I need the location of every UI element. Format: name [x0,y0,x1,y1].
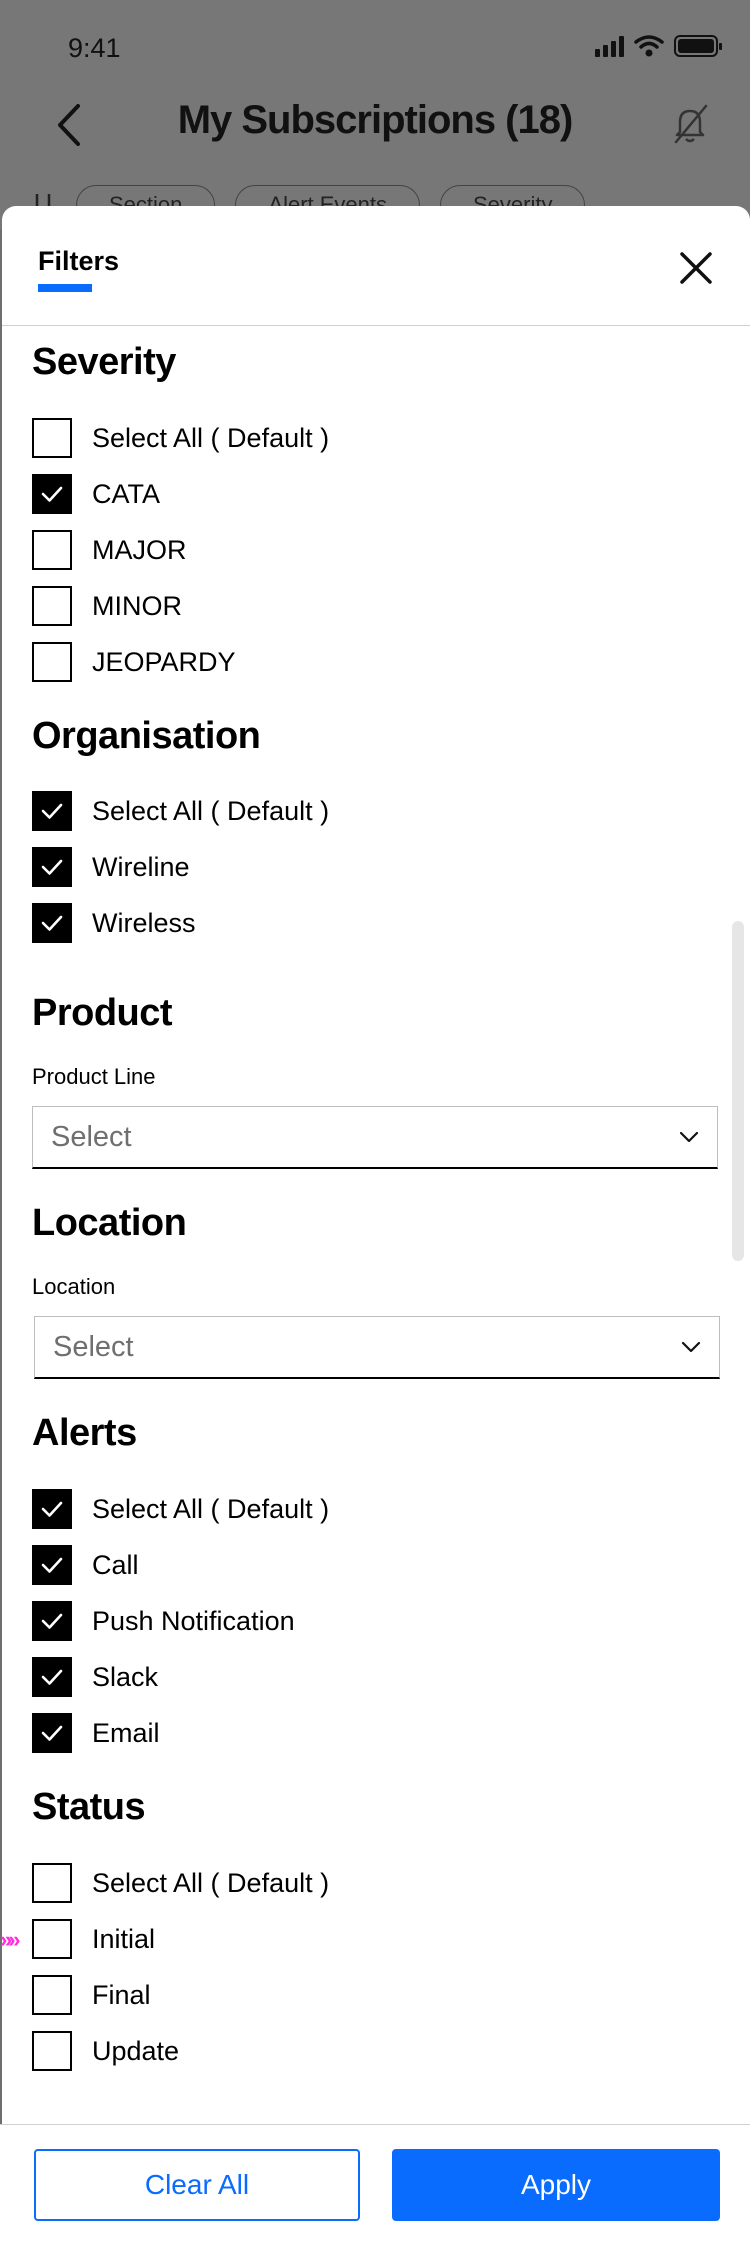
checkbox-label: CATA [92,478,161,509]
checkmark-icon [41,803,63,819]
checkmark-icon [41,1613,63,1629]
checkbox-alerts-select-all[interactable]: Select All ( Default ) [32,1489,329,1529]
checkbox-label: Select All ( Default ) [92,422,330,453]
scrollbar[interactable] [732,921,744,1261]
section-title-location: Location [32,1202,187,1244]
wifi-icon [634,35,664,57]
checkbox-organisation-wireless[interactable]: Wireless [32,903,196,943]
sheet-footer: Clear All Apply [0,2124,750,2244]
checkbox-box[interactable] [32,1919,72,1959]
checkbox-label: Wireless [92,907,196,938]
battery-icon [674,35,722,57]
checkbox-box[interactable] [32,1545,72,1585]
checkbox-status-select-all[interactable]: Select All ( Default ) [32,1863,329,1903]
pointer-marker: »» [0,1927,21,1952]
checkbox-box[interactable] [32,1713,72,1753]
checkbox-label: MAJOR [92,534,187,565]
signal-icon [595,35,624,57]
checkbox-box[interactable] [32,2031,72,2071]
checkbox-label: Email [92,1717,160,1748]
checkbox-label: Initial [92,1923,156,1954]
checkbox-severity-jeopardy[interactable]: JEOPARDY [32,642,236,682]
checkbox-label: Wireline [92,851,190,882]
checkbox-label: Select All ( Default ) [92,1493,330,1524]
select-placeholder: Select [51,1120,132,1153]
sheet-header: Filters [2,206,750,326]
chevron-down-icon [679,1131,699,1143]
close-icon[interactable] [676,248,716,288]
background-screen: 9:41 My Subscriptions (18) Section Alert… [0,0,750,230]
checkbox-box[interactable] [32,642,72,682]
filters-sheet: Filters Severity Select All ( Default ) … [2,206,750,2244]
tab-active-indicator [38,284,92,292]
checkbox-label: Update [92,2035,180,2066]
select-placeholder: Select [53,1330,134,1363]
clear-all-button[interactable]: Clear All [34,2149,360,2221]
checkmark-icon [41,1557,63,1573]
checkbox-alerts-call[interactable]: Call [32,1545,139,1585]
checkmark-icon [41,1501,63,1517]
checkbox-label: MINOR [92,590,182,621]
checkbox-alerts-slack[interactable]: Slack [32,1657,158,1697]
checkbox-organisation-wireline[interactable]: Wireline [32,847,190,887]
checkbox-box[interactable] [32,1489,72,1529]
tab-filters[interactable]: Filters [38,246,119,277]
section-title-product: Product [32,992,173,1034]
checkbox-box[interactable] [32,1601,72,1641]
checkmark-icon [41,859,63,875]
status-icons [595,34,722,58]
checkbox-label: Slack [92,1661,159,1692]
checkbox-box[interactable] [32,1975,72,2015]
checkbox-label: Final [92,1979,151,2010]
checkbox-organisation-select-all[interactable]: Select All ( Default ) [32,791,329,831]
nav-bar: My Subscriptions (18) [0,90,750,160]
checkbox-severity-select-all[interactable]: Select All ( Default ) [32,418,329,458]
section-title-status: Status [32,1786,146,1828]
checkbox-alerts-push-notification[interactable]: Push Notification [32,1601,295,1641]
checkmark-icon [41,1725,63,1741]
checkbox-box[interactable] [32,418,72,458]
checkbox-alerts-email[interactable]: Email [32,1713,160,1753]
checkbox-status-initial[interactable]: Initial [32,1919,155,1959]
checkbox-status-final[interactable]: Final [32,1975,151,2015]
checkbox-label: Push Notification [92,1605,295,1636]
checkbox-box[interactable] [32,791,72,831]
checkbox-label: Call [92,1549,139,1580]
location-label: Location [32,1274,116,1299]
product-line-label: Product Line [32,1064,156,1089]
checkbox-severity-minor[interactable]: MINOR [32,586,182,626]
checkbox-label: JEOPARDY [92,646,236,677]
section-title-alerts: Alerts [32,1412,137,1454]
status-bar: 9:41 [0,0,750,100]
checkmark-icon [41,486,63,502]
page-title: My Subscriptions (18) [177,98,574,142]
checkbox-box[interactable] [32,903,72,943]
checkbox-severity-cata[interactable]: CATA [32,474,160,514]
checkbox-severity-major[interactable]: MAJOR [32,530,187,570]
status-time: 9:41 [68,33,121,63]
section-title-severity: Severity [32,341,176,383]
checkmark-icon [41,1669,63,1685]
checkmark-icon [41,915,63,931]
apply-button[interactable]: Apply [392,2149,720,2221]
checkbox-label: Select All ( Default ) [92,1867,330,1898]
section-title-organisation: Organisation [32,715,261,757]
checkbox-box[interactable] [32,847,72,887]
location-select[interactable]: Select [34,1316,720,1379]
checkbox-status-update[interactable]: Update [32,2031,179,2071]
checkbox-box[interactable] [32,1863,72,1903]
checkbox-box[interactable] [32,530,72,570]
checkbox-label: Select All ( Default ) [92,795,330,826]
checkbox-box[interactable] [32,1657,72,1697]
chevron-down-icon [681,1341,701,1353]
bell-off-icon[interactable] [668,102,712,146]
checkbox-box[interactable] [32,586,72,626]
product-line-select[interactable]: Select [32,1106,718,1169]
checkbox-box[interactable] [32,474,72,514]
